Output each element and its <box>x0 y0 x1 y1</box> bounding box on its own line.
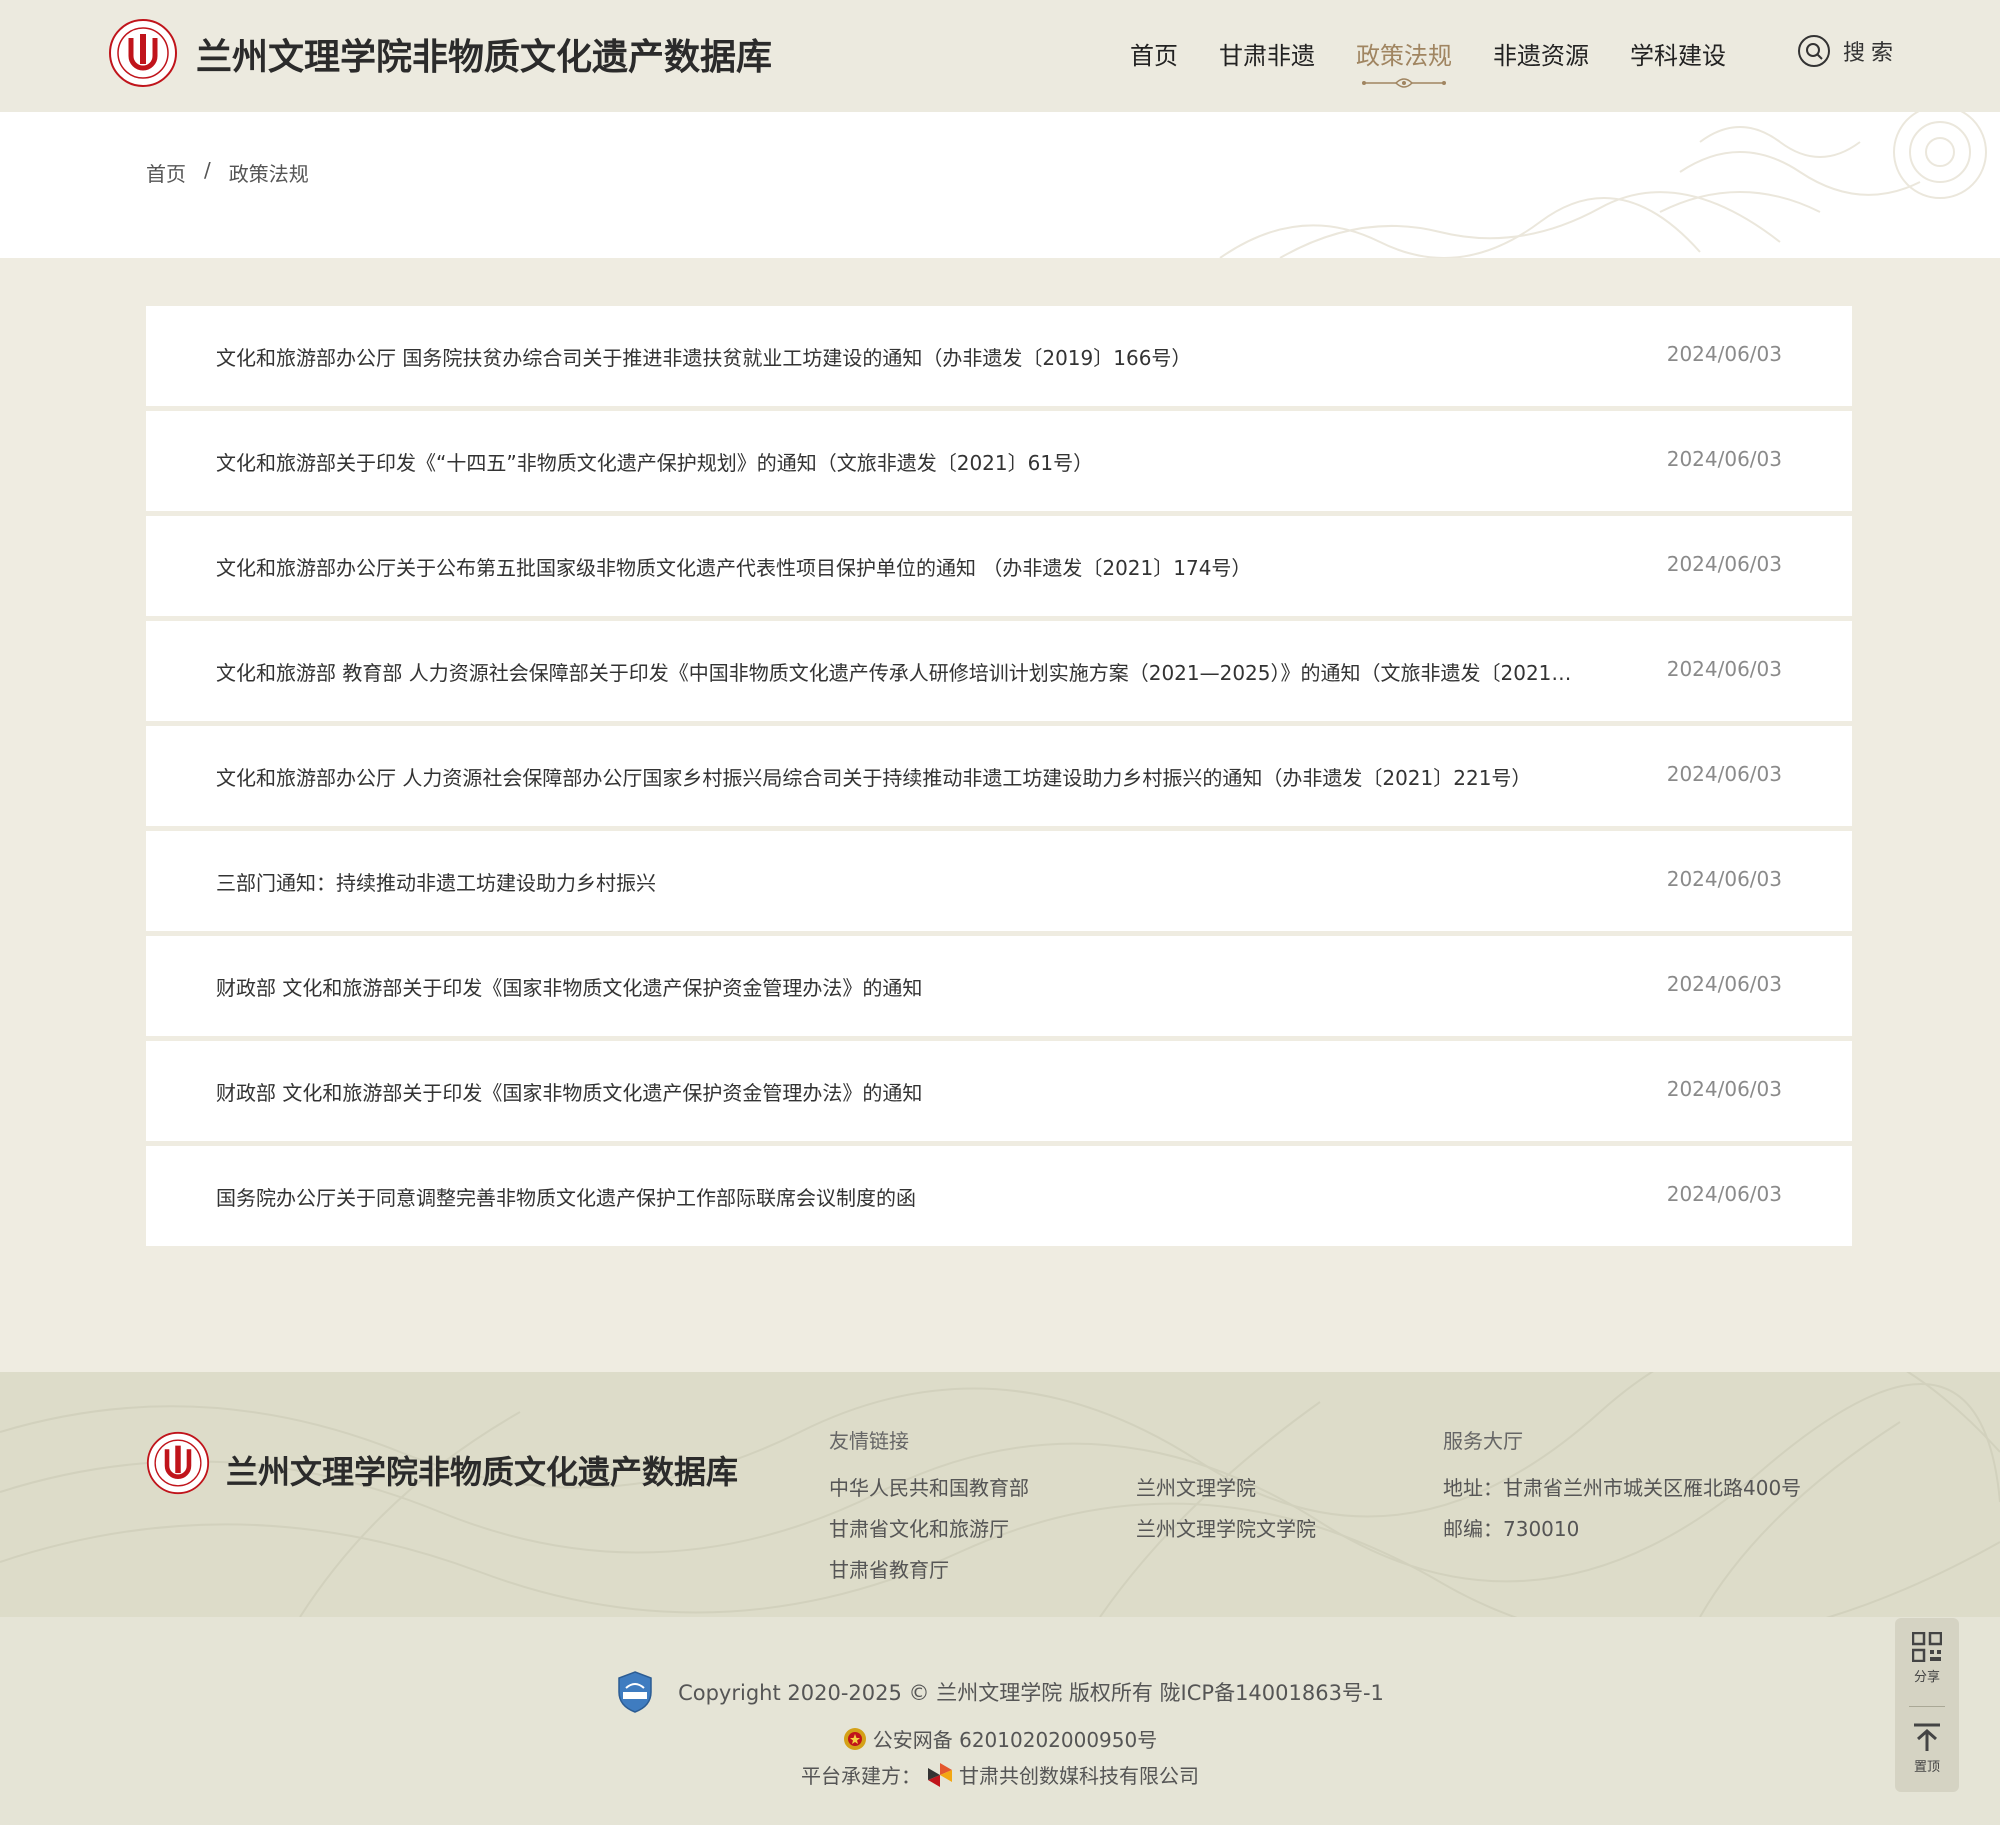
list-item[interactable]: 财政部 文化和旅游部关于印发《国家非物质文化遗产保护资金管理办法》的通知 202… <box>146 936 1852 1036</box>
copyright-row: Copyright 2020-2025 © 兰州文理学院 版权所有 陇ICP备1… <box>0 1670 2000 1714</box>
footer-site-title: 兰州文理学院非物质文化遗产数据库 <box>226 1453 739 1491</box>
nav-discipline[interactable]: 学科建设 <box>1630 36 1726 76</box>
list-item-date: 2024/06/03 <box>1666 1182 1782 1206</box>
police-record-row[interactable]: 公安网备 62010202000950号 <box>0 1724 2000 1753</box>
police-record-text: 公安网备 62010202000950号 <box>872 1728 1158 1752</box>
arrow-up-icon <box>1914 1723 1940 1751</box>
list-item[interactable]: 文化和旅游部 教育部 人力资源社会保障部关于印发《中国非物质文化遗产传承人研修培… <box>146 621 1852 721</box>
list-item[interactable]: 文化和旅游部办公厅关于公布第五批国家级非物质文化遗产代表性项目保护单位的通知 （… <box>146 516 1852 616</box>
builder-label: 平台承建方： <box>801 1764 921 1788</box>
link-gansu-culture-tourism[interactable]: 甘肃省文化和旅游厅 <box>829 1513 1136 1542</box>
share-button[interactable]: 分享 <box>1895 1632 1959 1685</box>
nav-policy-label: 政策法规 <box>1356 42 1452 70</box>
breadcrumb: 首页 / 政策法规 <box>146 158 309 187</box>
service-postcode: 邮编：730010 <box>1443 1517 1580 1541</box>
footer-logo-icon[interactable] <box>146 1431 210 1495</box>
list-item[interactable]: 财政部 文化和旅游部关于印发《国家非物质文化遗产保护资金管理办法》的通知 202… <box>146 1041 1852 1141</box>
link-lzuas[interactable]: 兰州文理学院 <box>1136 1472 1443 1501</box>
policy-list: 文化和旅游部办公厅 国务院扶贫办综合司关于推进非遗扶贫就业工坊建设的通知（办非遗… <box>146 306 1852 1251</box>
list-item-date: 2024/06/03 <box>1666 867 1782 891</box>
list-item-title[interactable]: 三部门通知：持续推动非遗工坊建设助力乡村振兴 <box>216 867 1586 896</box>
search-button[interactable]: 搜索 <box>1797 34 1899 68</box>
list-item-date: 2024/06/03 <box>1666 447 1782 471</box>
shield-badge-icon[interactable] <box>616 1670 654 1714</box>
list-item-title[interactable]: 文化和旅游部办公厅 人力资源社会保障部办公厅国家乡村振兴局综合司关于持续推动非遗… <box>216 762 1586 791</box>
company-logo-icon <box>928 1762 952 1787</box>
copyright-text: Copyright 2020-2025 © 兰州文理学院 版权所有 陇ICP备1… <box>678 1681 1384 1705</box>
floating-toolbar: 分享 置顶 <box>1895 1618 1959 1792</box>
nav-gansu-heritage[interactable]: 甘肃非遗 <box>1219 36 1315 76</box>
list-item[interactable]: 文化和旅游部办公厅 人力资源社会保障部办公厅国家乡村振兴局综合司关于持续推动非遗… <box>146 726 1852 826</box>
list-item[interactable]: 文化和旅游部关于印发《“十四五”非物质文化遗产保护规划》的通知（文旅非遗发〔20… <box>146 411 1852 511</box>
builder-row: 平台承建方： 甘肃共创数媒科技有限公司 <box>0 1760 2000 1789</box>
search-label: 搜索 <box>1843 41 1900 66</box>
link-ministry-education[interactable]: 中华人民共和国教育部 <box>829 1472 1136 1501</box>
nav-policy[interactable]: 政策法规 <box>1356 36 1452 88</box>
list-item-date: 2024/06/03 <box>1666 552 1782 576</box>
breadcrumb-current: 政策法规 <box>228 162 309 186</box>
search-icon <box>1798 35 1830 67</box>
service-hall: 地址：甘肃省兰州市城关区雁北路400号 邮编：730010 <box>1443 1472 1801 1542</box>
breadcrumb-separator: / <box>204 158 211 182</box>
police-emblem-icon <box>843 1727 866 1750</box>
back-to-top-button[interactable]: 置顶 <box>1895 1722 1959 1775</box>
nav-active-ornament-icon <box>1362 78 1446 88</box>
link-gansu-education[interactable]: 甘肃省教育厅 <box>829 1554 1136 1583</box>
list-item-title[interactable]: 国务院办公厅关于同意调整完善非物质文化遗产保护工作部际联席会议制度的函 <box>216 1182 1586 1211</box>
decorative-pattern-icon <box>1219 112 1987 258</box>
friendly-links: 中华人民共和国教育部 兰州文理学院 甘肃省文化和旅游厅 兰州文理学院文学院 甘肃… <box>829 1472 1449 1583</box>
list-item[interactable]: 三部门通知：持续推动非遗工坊建设助力乡村振兴 2024/06/03 <box>146 831 1852 931</box>
builder-company-link[interactable]: 甘肃共创数媒科技有限公司 <box>959 1760 1199 1789</box>
breadcrumb-home[interactable]: 首页 <box>146 158 186 187</box>
nav-home[interactable]: 首页 <box>1130 36 1178 76</box>
qr-code-icon <box>1912 1632 1942 1662</box>
service-address: 地址：甘肃省兰州市城关区雁北路400号 <box>1443 1476 1802 1500</box>
service-hall-title: 服务大厅 <box>1443 1429 1523 1453</box>
list-item-title[interactable]: 文化和旅游部关于印发《“十四五”非物质文化遗产保护规划》的通知（文旅非遗发〔20… <box>216 447 1586 476</box>
list-item-date: 2024/06/03 <box>1666 342 1782 366</box>
list-item[interactable]: 国务院办公厅关于同意调整完善非物质文化遗产保护工作部际联席会议制度的函 2024… <box>146 1146 1852 1246</box>
main-nav: 首页 甘肃非遗 政策法规 非遗资源 学科建设 <box>1130 36 1726 88</box>
list-item-date: 2024/06/03 <box>1666 1077 1782 1101</box>
site-title[interactable]: 兰州文理学院非物质文化遗产数据库 <box>196 28 772 80</box>
list-item-title[interactable]: 财政部 文化和旅游部关于印发《国家非物质文化遗产保护资金管理办法》的通知 <box>216 1077 1586 1106</box>
list-item-title[interactable]: 财政部 文化和旅游部关于印发《国家非物质文化遗产保护资金管理办法》的通知 <box>216 972 1586 1001</box>
friendly-links-title: 友情链接 <box>829 1429 909 1453</box>
back-to-top-label: 置顶 <box>1913 1760 1940 1775</box>
list-item-title[interactable]: 文化和旅游部 教育部 人力资源社会保障部关于印发《中国非物质文化遗产传承人研修培… <box>216 657 1586 686</box>
link-lzuas-literature[interactable]: 兰州文理学院文学院 <box>1136 1513 1443 1542</box>
university-logo-icon[interactable] <box>108 18 178 88</box>
list-item[interactable]: 文化和旅游部办公厅 国务院扶贫办综合司关于推进非遗扶贫就业工坊建设的通知（办非遗… <box>146 306 1852 406</box>
toolbar-divider <box>1909 1706 1945 1707</box>
list-item-date: 2024/06/03 <box>1666 972 1782 996</box>
list-item-date: 2024/06/03 <box>1666 762 1782 786</box>
share-label: 分享 <box>1913 1670 1940 1685</box>
list-item-date: 2024/06/03 <box>1666 657 1782 681</box>
nav-heritage-resources[interactable]: 非遗资源 <box>1493 36 1589 76</box>
list-item-title[interactable]: 文化和旅游部办公厅 国务院扶贫办综合司关于推进非遗扶贫就业工坊建设的通知（办非遗… <box>216 342 1586 371</box>
list-item-title[interactable]: 文化和旅游部办公厅关于公布第五批国家级非物质文化遗产代表性项目保护单位的通知 （… <box>216 552 1586 581</box>
